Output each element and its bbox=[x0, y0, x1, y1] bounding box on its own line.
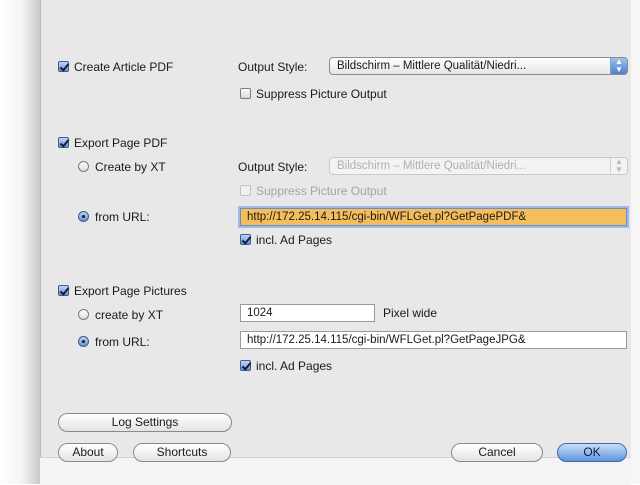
article-output-style-label: Output Style: bbox=[238, 60, 308, 74]
pictures-url-field[interactable]: http://172.25.14.115/cgi-bin/WFLGet.pl?G… bbox=[240, 331, 627, 349]
page-pdf-incl-ad-pages-checkbox[interactable] bbox=[240, 234, 251, 245]
create-article-pdf-checkbox[interactable] bbox=[58, 61, 69, 72]
pictures-incl-ad-pages-label: incl. Ad Pages bbox=[256, 359, 333, 373]
popup-arrows-icon: ▲ ▼ bbox=[610, 58, 627, 74]
export-page-pdf-checkbox[interactable] bbox=[58, 137, 69, 148]
window-bottom-edge bbox=[40, 457, 631, 485]
page-pdf-from-url-radio[interactable] bbox=[78, 211, 89, 222]
export-page-pictures-checkbox[interactable] bbox=[58, 285, 69, 296]
page-pdf-from-url-label: from URL: bbox=[95, 210, 150, 224]
page-pdf-create-by-xt-label: Create by XT bbox=[95, 160, 166, 174]
shortcuts-button[interactable]: Shortcuts bbox=[133, 443, 231, 462]
page-pdf-suppress-picture-label: Suppress Picture Output bbox=[256, 184, 387, 198]
pictures-create-by-xt-radio[interactable] bbox=[78, 309, 89, 320]
log-settings-button[interactable]: Log Settings bbox=[58, 413, 232, 432]
window-right-edge bbox=[631, 0, 640, 484]
page-pdf-suppress-picture-checkbox[interactable] bbox=[240, 185, 251, 196]
export-page-pdf-label: Export Page PDF bbox=[74, 136, 168, 150]
article-output-style-popup[interactable]: Bildschirm – Mittlere Qualität/Niedri...… bbox=[329, 57, 628, 75]
page-pdf-url-field[interactable]: http://172.25.14.115/cgi-bin/WFLGet.pl?G… bbox=[240, 208, 627, 226]
window-left-shadow bbox=[0, 0, 40, 484]
pictures-create-by-xt-label: create by XT bbox=[95, 308, 164, 322]
cancel-button[interactable]: Cancel bbox=[451, 443, 543, 462]
pixel-wide-label: Pixel wide bbox=[383, 306, 438, 320]
popup-arrows-icon: ▲ ▼ bbox=[610, 158, 627, 174]
page-pdf-output-style-label: Output Style: bbox=[238, 160, 308, 174]
article-suppress-picture-label: Suppress Picture Output bbox=[256, 87, 387, 101]
article-suppress-picture-checkbox[interactable] bbox=[240, 88, 251, 99]
page-pdf-output-style-value: Bildschirm – Mittlere Qualität/Niedri... bbox=[337, 160, 527, 172]
about-button[interactable]: About bbox=[58, 443, 118, 462]
article-output-style-value: Bildschirm – Mittlere Qualität/Niedri... bbox=[337, 60, 527, 72]
page-pdf-incl-ad-pages-label: incl. Ad Pages bbox=[256, 233, 333, 247]
page-pdf-create-by-xt-radio[interactable] bbox=[78, 161, 89, 172]
pictures-from-url-label: from URL: bbox=[95, 335, 150, 349]
page-pdf-output-style-popup[interactable]: Bildschirm – Mittlere Qualität/Niedri...… bbox=[329, 157, 628, 175]
create-article-pdf-label: Create Article PDF bbox=[74, 60, 174, 74]
export-page-pictures-label: Export Page Pictures bbox=[74, 284, 187, 298]
pictures-from-url-radio[interactable] bbox=[78, 336, 89, 347]
pictures-incl-ad-pages-checkbox[interactable] bbox=[240, 360, 251, 371]
pixel-width-field[interactable]: 1024 bbox=[240, 304, 375, 322]
ok-button[interactable]: OK bbox=[557, 443, 627, 462]
